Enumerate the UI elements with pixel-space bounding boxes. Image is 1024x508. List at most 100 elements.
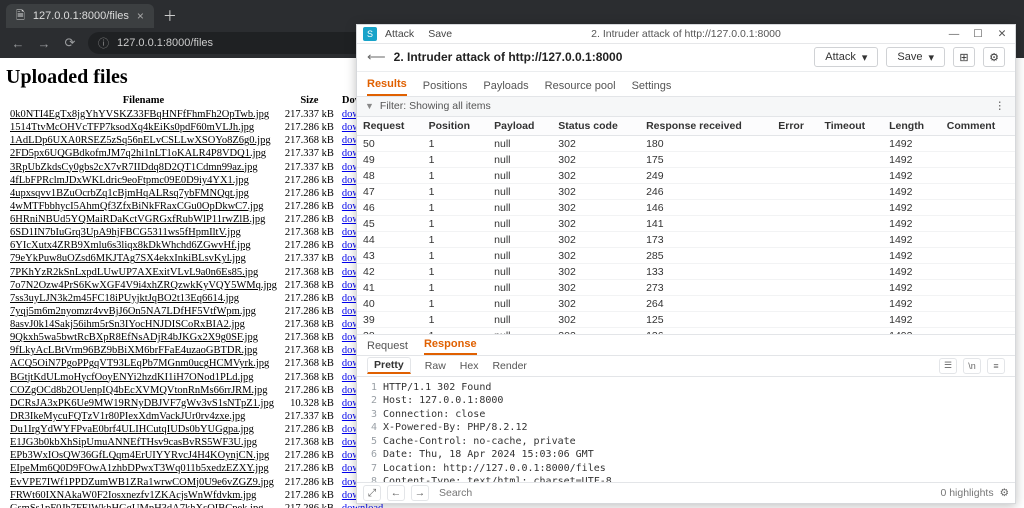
result-row[interactable]: 481null3022491492 xyxy=(357,168,1015,184)
file-name[interactable]: 7yqj5m6m2nyomzr4vvBjJ6On5NA7LDfHF5VtfWpm… xyxy=(6,305,281,318)
file-name[interactable]: 6YIcXutx4ZRB9Xmlu6s3liqx8kDkWhchd6ZGwvHf… xyxy=(6,239,281,252)
filter-bar[interactable]: ▼ Filter: Showing all items ⋮ xyxy=(357,97,1015,118)
result-row[interactable]: 461null3021461492 xyxy=(357,200,1015,216)
info-icon[interactable]: ⓘ xyxy=(98,35,109,51)
col-length[interactable]: Length xyxy=(883,117,941,136)
file-name[interactable]: 6SD1IN7bIuGrq3UpA9hjFBCG5311ws5fHpmIltV.… xyxy=(6,226,281,239)
file-name[interactable]: 7ss3uyLJN3k2m45FC18iPUyjktJqBO2t13Eq6614… xyxy=(6,292,281,305)
col-status-code[interactable]: Status code xyxy=(552,117,640,136)
result-row[interactable]: 421null3021331492 xyxy=(357,264,1015,280)
result-row[interactable]: 411null3022731492 xyxy=(357,280,1015,296)
intruder-window: S Attack Save 2. Intruder attack of http… xyxy=(356,24,1016,504)
result-row[interactable]: 501null3021801492 xyxy=(357,136,1015,152)
result-row[interactable]: 491null3021751492 xyxy=(357,152,1015,168)
search-next-icon[interactable]: → xyxy=(411,485,429,501)
file-name[interactable]: 9Qkxh5wa5bwtRcBXpR8EfNsADjR4bJKGx2X9g0SF… xyxy=(6,331,281,344)
file-name[interactable]: 4wMTFbbhycI5AhmQf3ZfxBiNkFRaxCGu0OpDkwC7… xyxy=(6,200,281,213)
window-title: 2. Intruder attack of http://127.0.0.1:8… xyxy=(591,28,781,40)
tab-results[interactable]: Results xyxy=(367,78,407,96)
minimize-icon[interactable]: — xyxy=(947,28,961,40)
result-row[interactable]: 471null3022461492 xyxy=(357,184,1015,200)
result-row[interactable]: 391null3021251492 xyxy=(357,312,1015,328)
new-tab-button[interactable]: ＋ xyxy=(158,4,182,28)
attack-button[interactable]: Attack▾ xyxy=(814,47,878,67)
file-name[interactable]: DR3IkeMycuFQTzV1r80PIexXdmVackJUr0rv4zxe… xyxy=(6,410,281,423)
filter-menu-icon[interactable]: ⋮ xyxy=(995,100,1008,112)
result-row[interactable]: 451null3021411492 xyxy=(357,216,1015,232)
file-name[interactable]: 9fLkyAcLBtVrm96BZ9bBiXM6brFFaE4uzaoGBTDR… xyxy=(6,344,281,357)
file-name[interactable]: 79eYkPuw8uOZsd6MKJTAg7SX4ekxInkiBLsvKyl.… xyxy=(6,252,281,265)
file-size: 217.286 kB xyxy=(281,187,338,200)
close-tab-icon[interactable]: × xyxy=(137,9,144,23)
tab-request[interactable]: Request xyxy=(367,340,408,355)
file-name[interactable]: 1AdLDp6UXA0RSEZ5zSq56nELvCSLLwXSOYo8Z6g0… xyxy=(6,134,281,147)
search-prev-icon[interactable]: ← xyxy=(387,485,405,501)
result-row[interactable]: 441null3021731492 xyxy=(357,232,1015,248)
file-name[interactable]: EPb3WxIOsQW36GfLQqm4ErUIYYRvcJ4H4KOynjCN… xyxy=(6,449,281,462)
file-name[interactable]: 7o7N2Ozw4PrS6KwXGF4V9i4xhZRQzwkKyVQY5WMq… xyxy=(6,279,281,292)
search-settings-icon[interactable]: ⚙ xyxy=(1000,487,1009,499)
search-input[interactable] xyxy=(435,485,934,501)
file-name[interactable]: 7PKhYzR2kSnLxpdLUwUP7AXExitVLvL9a0n6Es85… xyxy=(6,266,281,279)
file-name[interactable]: 2FD5px6UQGBdkofmJM7q2hi1nLT1oKALR4P8VDQ1… xyxy=(6,147,281,160)
col-response-received[interactable]: Response received xyxy=(640,117,772,136)
back-arrow-icon[interactable]: ⟵ xyxy=(367,49,386,65)
file-name[interactable]: 4upxsqvv1BZuOcrbZq1cBjmHqALRsq7ybFMNQqt.… xyxy=(6,187,281,200)
newline-icon[interactable]: \n xyxy=(963,358,981,374)
col-error[interactable]: Error xyxy=(772,117,818,136)
viewer-tab-pretty[interactable]: Pretty xyxy=(367,357,411,374)
viewer-tab-raw[interactable]: Raw xyxy=(425,360,446,372)
columns-icon[interactable]: ⊞ xyxy=(953,47,975,67)
result-row[interactable]: 431null3022851492 xyxy=(357,248,1015,264)
viewer-tab-render[interactable]: Render xyxy=(492,360,526,372)
search-expand-icon[interactable]: ⤢ xyxy=(363,485,381,501)
results-grid[interactable]: RequestPositionPayloadStatus codeRespons… xyxy=(357,117,1015,335)
tab-resource-pool[interactable]: Resource pool xyxy=(545,80,616,96)
menu-save[interactable]: Save xyxy=(428,28,452,40)
file-name[interactable]: Du1IrgYdWYFPvaE0brf4ULIHCutqIUDs0bYUGgpa… xyxy=(6,423,281,436)
tab-positions[interactable]: Positions xyxy=(423,80,468,96)
file-name[interactable]: 1514TtvMcOHVcTFP7ksodXq4kEiKs0pdF60mVLJh… xyxy=(6,121,281,134)
file-name[interactable]: 8asvJ0k14Sakj56ihm5rSn3IYocHNJDISCoRxBIA… xyxy=(6,318,281,331)
save-button[interactable]: Save▾ xyxy=(886,47,945,67)
col-comment[interactable]: Comment xyxy=(941,117,1015,136)
file-name[interactable]: 6HRniNBUd5YQMaiRDaKctVGRGxfRubWlP11rwZlB… xyxy=(6,213,281,226)
file-name[interactable]: COZgOCd8b2OUenpIQ4bEcXVMQVtonRnMs66rrJRM… xyxy=(6,384,281,397)
file-name[interactable]: BGtjtKdULmoHycfOoyENYi2hzdKI1iH7ONod1PLd… xyxy=(6,371,281,384)
result-row[interactable]: 401null3022641492 xyxy=(357,296,1015,312)
menu-attack[interactable]: Attack xyxy=(385,28,414,40)
file-row: 4fLbFPRclmJDxWKLdric9eoFtpmc09E0D9iy4YX1… xyxy=(6,174,391,187)
settings-icon[interactable]: ⚙ xyxy=(983,47,1005,67)
tab-response[interactable]: Response xyxy=(424,338,477,355)
col-payload[interactable]: Payload xyxy=(488,117,552,136)
file-name[interactable]: ACQ5OiN7PgoPPgqVT93LEqPb7MGnm0ucgHCMVyrk… xyxy=(6,357,281,370)
wrap-icon[interactable]: ≡ xyxy=(987,358,1005,374)
col-timeout[interactable]: Timeout xyxy=(819,117,884,136)
file-name[interactable]: GsmSs1pF0Jh7FElWkhHGgUMpH3dA7khXsOIBCpek… xyxy=(6,502,281,508)
result-row[interactable]: 381null3021361492 xyxy=(357,328,1015,336)
file-name[interactable]: 0k0NTI4EgTx8jgYhYVSKZ33FBqHNFfFhmFh2OpTw… xyxy=(6,108,281,121)
reload-icon[interactable]: ⟳ xyxy=(62,35,78,51)
col-position[interactable]: Position xyxy=(423,117,489,136)
file-row: 8asvJ0k14Sakj56ihm5rSn3IYocHNJDISCoRxBIA… xyxy=(6,318,391,331)
viewer-tab-hex[interactable]: Hex xyxy=(460,360,479,372)
browser-tab[interactable]: 🗎 127.0.0.1:8000/files × xyxy=(6,4,154,28)
file-name[interactable]: E1JG3b0kbXhSipUmuANNEfTHsv9casBvRS5WF3U.… xyxy=(6,436,281,449)
file-name[interactable]: EIpeMm6Q0D9FOwA1zhbDPwxT3Wq011b5xedzEZXY… xyxy=(6,462,281,475)
file-name[interactable]: 4fLbFPRclmJDxWKLdric9eoFtpmc09E0D9iy4YX1… xyxy=(6,174,281,187)
file-row: 7PKhYzR2kSnLxpdLUwUP7AXExitVLvL9a0n6Es85… xyxy=(6,266,391,279)
view-mode-icon[interactable]: ☰ xyxy=(939,358,957,374)
response-body[interactable]: 1HTTP/1.1 302 Found2Host: 127.0.0.1:8000… xyxy=(357,377,1015,483)
tab-settings[interactable]: Settings xyxy=(632,80,672,96)
close-icon[interactable]: ✕ xyxy=(995,28,1009,40)
back-icon[interactable]: ← xyxy=(10,36,26,51)
forward-icon[interactable]: → xyxy=(36,36,52,51)
file-name[interactable]: DCRsJA3xPK6Ue9MW19RNyDBJVF7gWv3vS1sNTpZ1… xyxy=(6,397,281,410)
col-request[interactable]: Request xyxy=(357,117,423,136)
maximize-icon[interactable]: ☐ xyxy=(971,28,985,40)
file-name[interactable]: EvVPE7IWf1PPDZumWB1ZRa1wrwCOMj0U9e6vZGZ9… xyxy=(6,476,281,489)
tab-payloads[interactable]: Payloads xyxy=(483,80,528,96)
file-size: 217.286 kB xyxy=(281,200,338,213)
file-name[interactable]: FRWt60IXNAkaW0F2Iosxnezfv1ZKAcjsWnWfdvkm… xyxy=(6,489,281,502)
file-name[interactable]: 3RpUbZkdsCy0gbs2cX7vR7IIDdq8D2QT1Cdmn99a… xyxy=(6,161,281,174)
